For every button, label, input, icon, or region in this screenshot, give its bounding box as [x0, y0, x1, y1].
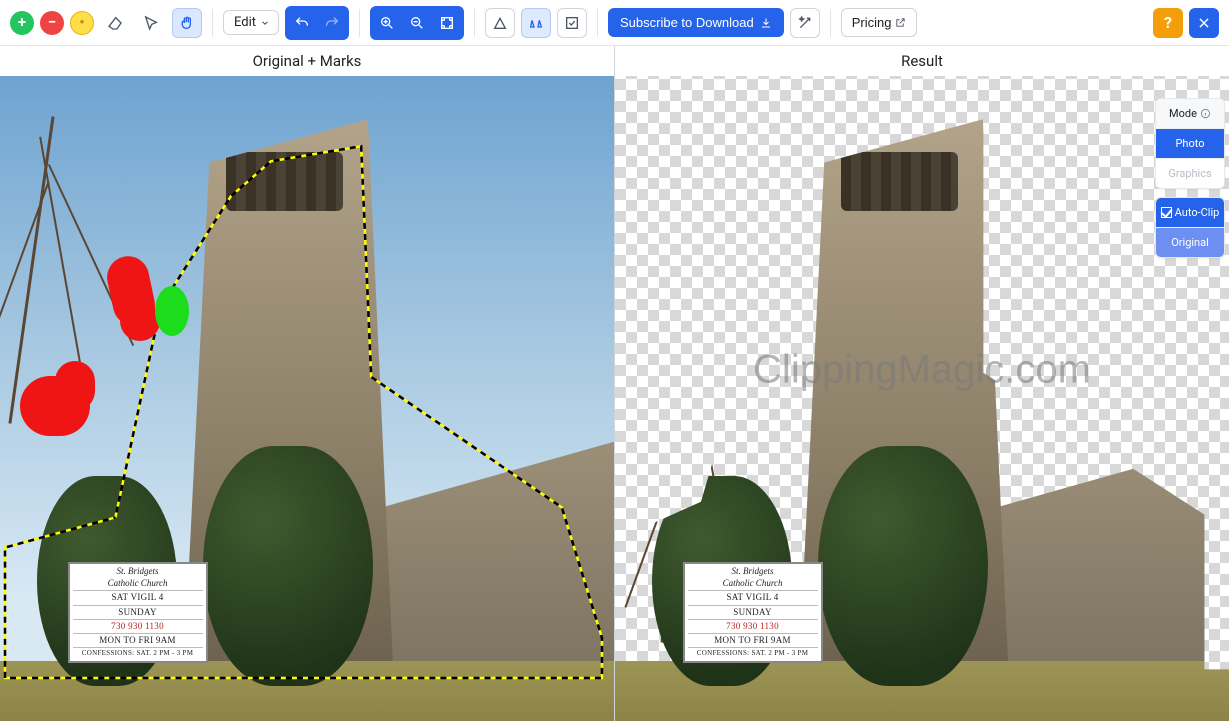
original-image: St. Bridgets Catholic Church SAT VIGIL 4…	[0, 76, 614, 721]
pointer-button[interactable]	[136, 8, 166, 38]
separator	[474, 9, 475, 37]
pricing-label: Pricing	[852, 15, 892, 30]
hand-pan-button[interactable]	[172, 8, 202, 38]
subscribe-label: Subscribe to Download	[620, 15, 754, 30]
remove-mark	[120, 301, 160, 341]
add-remove-mark-button[interactable]: −	[40, 11, 64, 35]
subscribe-download-button[interactable]: Subscribe to Download	[608, 8, 784, 37]
church-sign: St. Bridgets Catholic Church SAT VIGIL 4…	[68, 562, 208, 663]
undo-redo-group	[285, 6, 349, 40]
help-button[interactable]: ?	[1153, 8, 1183, 38]
zoom-out-button[interactable]	[402, 8, 432, 38]
redo-button[interactable]	[317, 8, 347, 38]
mode-header[interactable]: Mode	[1156, 99, 1224, 129]
pricing-button[interactable]: Pricing	[841, 8, 918, 37]
edit-menu-label: Edit	[234, 15, 256, 30]
checkbox-icon	[1161, 207, 1172, 218]
mode-graphics[interactable]: Graphics	[1156, 159, 1224, 188]
result-panel-header: Result	[615, 46, 1229, 76]
info-icon	[1200, 108, 1211, 119]
remove-mark	[55, 361, 95, 411]
separator	[212, 9, 213, 37]
close-button[interactable]	[1189, 8, 1219, 38]
close-icon	[1197, 16, 1211, 30]
magic-settings-button[interactable]	[790, 8, 820, 38]
keep-mark	[155, 286, 189, 336]
separator	[359, 9, 360, 37]
edit-menu[interactable]: Edit	[223, 10, 279, 35]
add-keep-mark-button[interactable]: +	[10, 11, 34, 35]
view-original-button[interactable]: Original	[1156, 228, 1224, 257]
mode-photo[interactable]: Photo	[1156, 129, 1224, 159]
result-panel[interactable]: Result St. Bridgets Catholic Church SAT …	[615, 46, 1229, 721]
autoclip-toggle[interactable]: Auto-Clip	[1156, 198, 1224, 228]
separator	[597, 9, 598, 37]
background-tool-button[interactable]	[485, 8, 515, 38]
zoom-group	[370, 6, 464, 40]
external-link-icon	[895, 17, 906, 28]
church-sign-result: St. Bridgets Catholic Church SAT VIGIL 4…	[683, 562, 823, 663]
original-panel[interactable]: Original + Marks St. Bridgets Catholic C…	[0, 46, 614, 721]
download-icon	[760, 17, 772, 29]
workspace: Original + Marks St. Bridgets Catholic C…	[0, 46, 1229, 721]
chevron-down-icon	[260, 18, 270, 28]
separator	[830, 9, 831, 37]
hair-tool-button[interactable]: •	[70, 11, 94, 35]
toolbar: + − • Edit Subscribe to Download Pricing	[0, 0, 1229, 46]
undo-button[interactable]	[287, 8, 317, 38]
compare-toggle-button[interactable]	[521, 8, 551, 38]
fit-screen-button[interactable]	[432, 8, 462, 38]
checklist-button[interactable]	[557, 8, 587, 38]
original-panel-header: Original + Marks	[0, 46, 614, 76]
watermark: ClippingMagic.com	[753, 348, 1091, 393]
eraser-button[interactable]	[100, 8, 130, 38]
side-panel: Mode Photo Graphics Auto-Clip Original	[1151, 92, 1229, 264]
zoom-in-button[interactable]	[372, 8, 402, 38]
